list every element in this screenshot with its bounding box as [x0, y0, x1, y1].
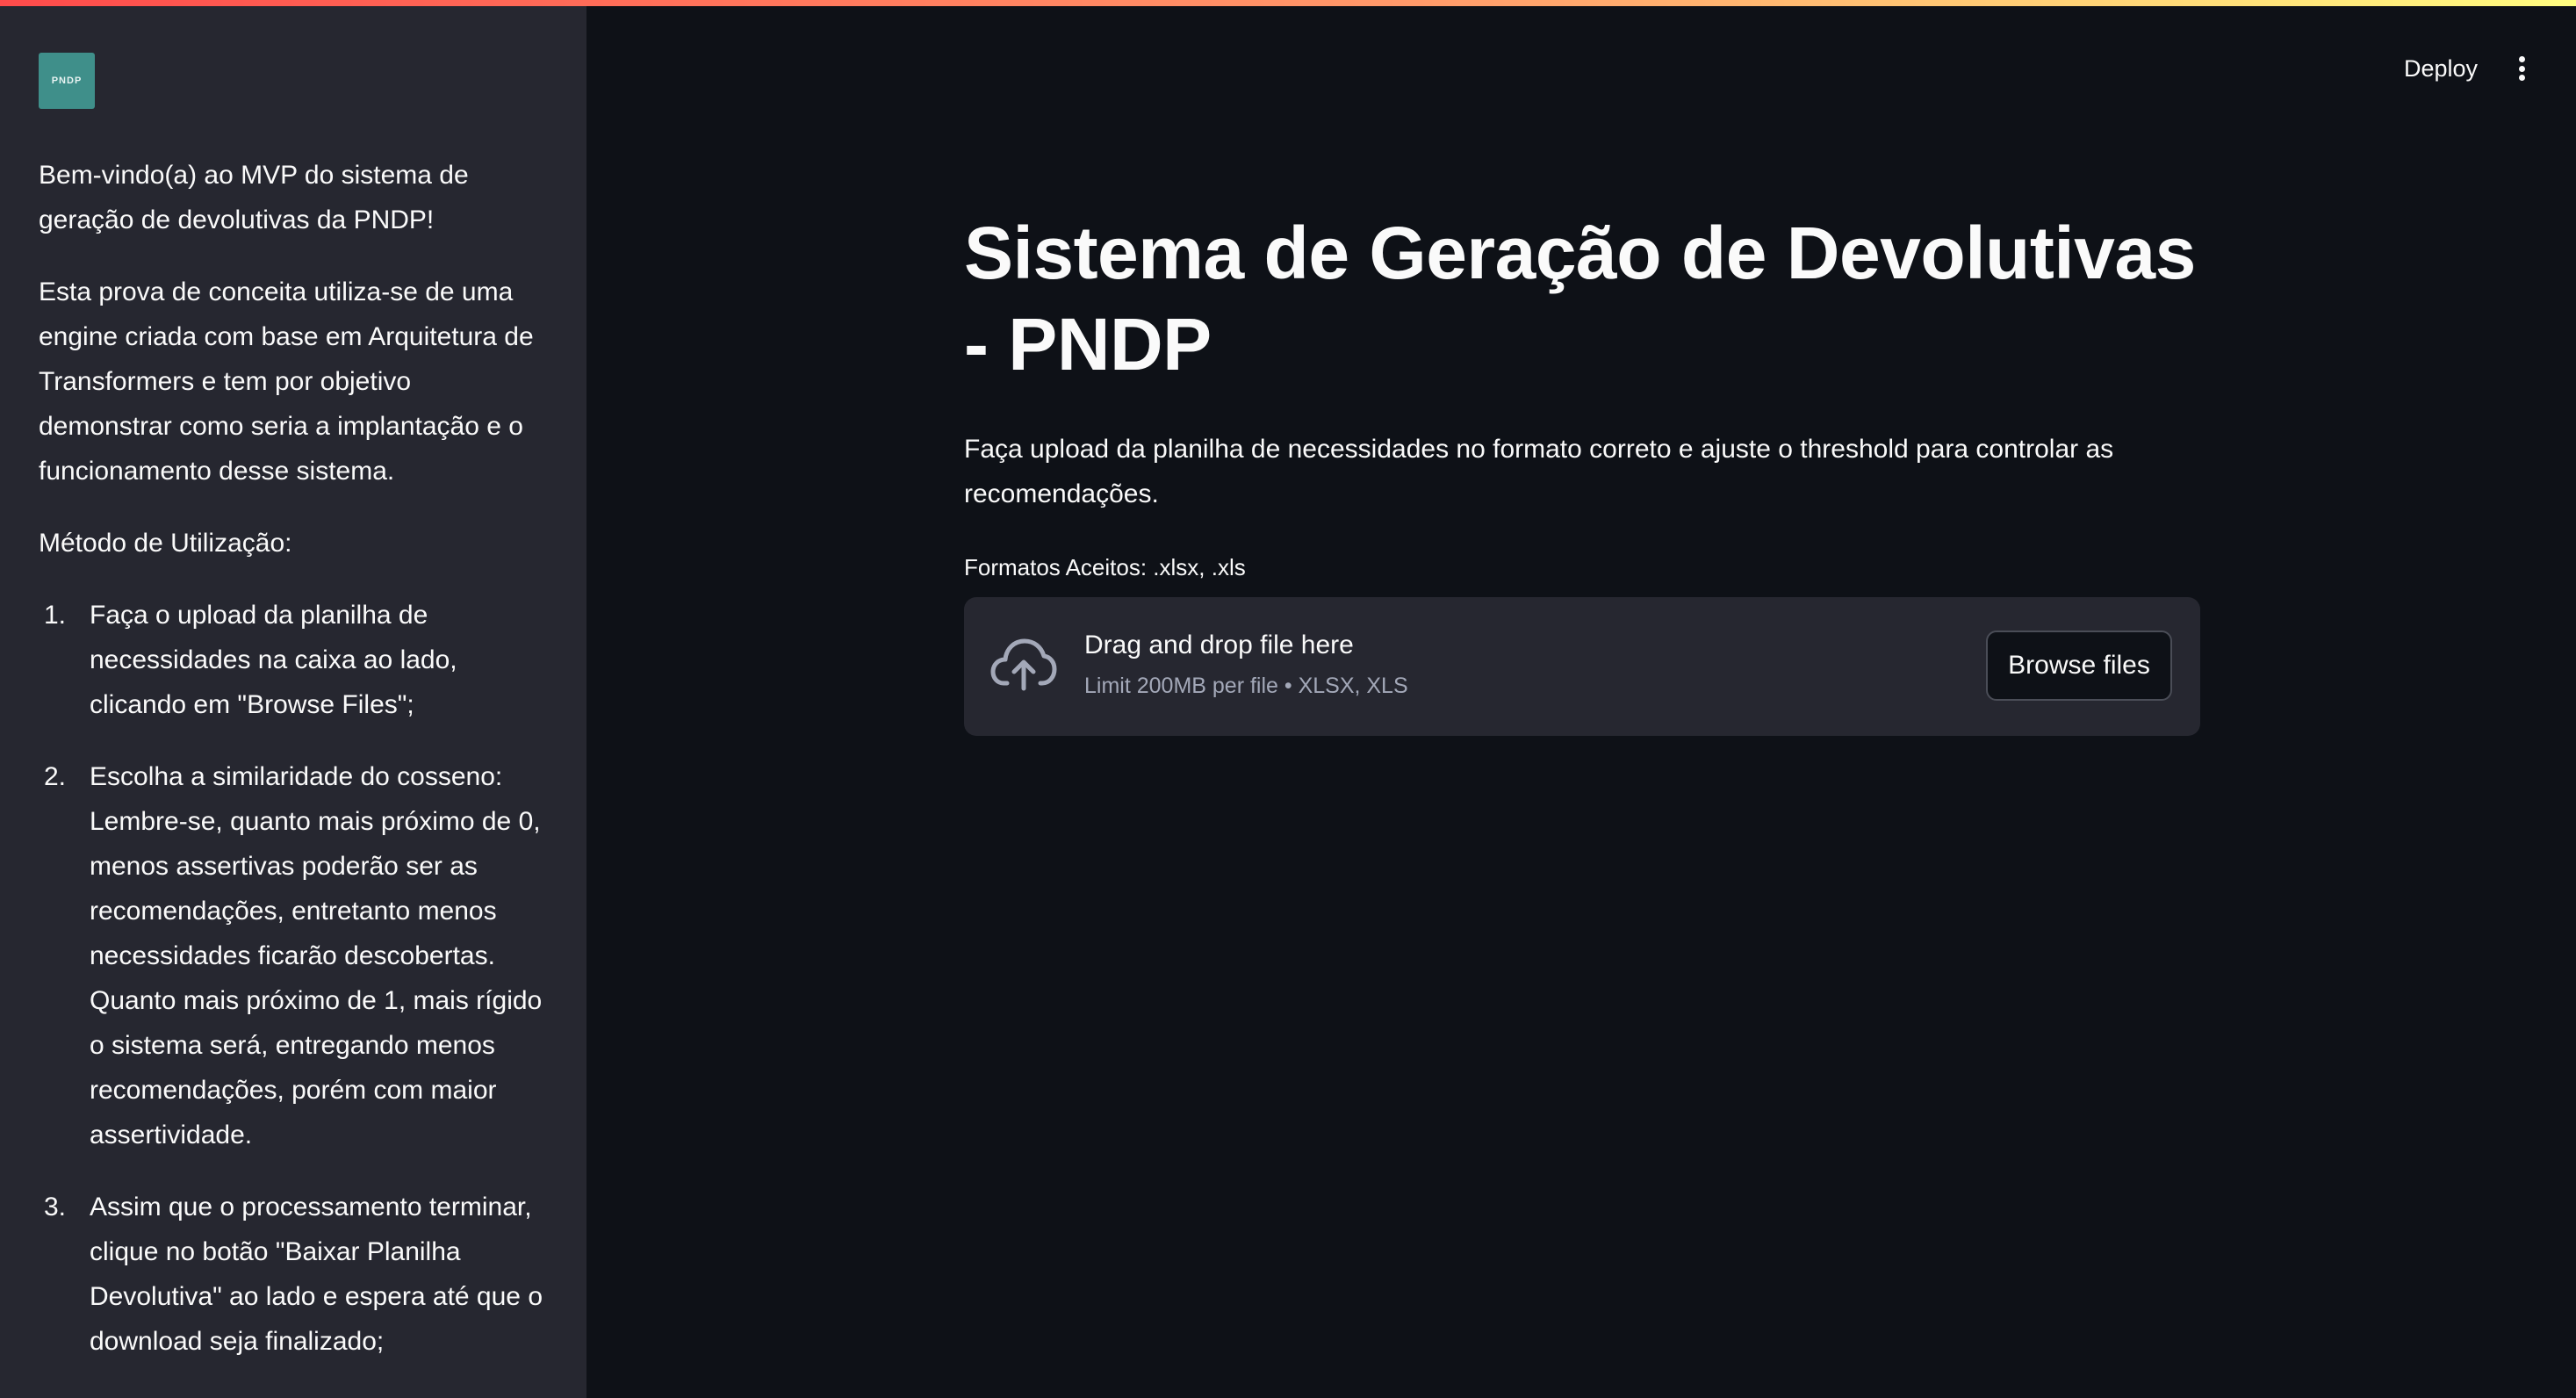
browse-files-button[interactable]: Browse files: [1986, 631, 2172, 701]
deploy-button[interactable]: Deploy: [2404, 55, 2478, 83]
dropzone-title: Drag and drop file here: [1084, 631, 1354, 659]
intro-text: Esta prova de conceita utiliza-se de uma…: [39, 277, 534, 486]
vertical-ellipsis-icon[interactable]: [2513, 51, 2530, 86]
step-text: Assim que o processamento terminar, cliq…: [90, 1193, 543, 1356]
step-text: Faça o upload da planilha de necessidade…: [90, 601, 457, 719]
file-dropzone[interactable]: Drag and drop file here Limit 200MB per …: [964, 597, 2200, 736]
list-item: 1. Faça o upload da planilha de necessid…: [39, 593, 548, 727]
sidebar: PNDP Bem-vindo(a) ao MVP do sistema de g…: [0, 0, 586, 1398]
dropzone-limit-text: Limit 200MB per file • XLSX, XLS: [1084, 674, 1408, 698]
page-description: Faça upload da planilha de necessidades …: [964, 435, 2114, 508]
uploader-label: Formatos Aceitos: .xlsx, .xls: [964, 554, 1246, 580]
header-actions: Deploy: [2404, 44, 2576, 93]
list-item: 3. Assim que o processamento terminar, c…: [39, 1185, 548, 1364]
page-title: Sistema de Geração de Devolutivas - PNDP: [964, 212, 2196, 386]
step-text: Escolha a similaridade do cosseno: Lembr…: [90, 762, 543, 1149]
step-number: 1.: [44, 601, 67, 630]
method-title: Método de Utilização:: [39, 529, 292, 558]
pndp-logo: PNDP: [39, 53, 95, 109]
step-number: 3.: [44, 1193, 67, 1221]
logo-text: PNDP: [51, 76, 83, 86]
step-number: 2.: [44, 762, 67, 791]
welcome-text: Bem-vindo(a) ao MVP do sistema de geraçã…: [39, 161, 469, 234]
main-content: Sistema de Geração de Devolutivas - PNDP…: [964, 207, 2200, 736]
top-decoration-bar: [0, 0, 2576, 6]
steps-list: 1. Faça o upload da planilha de necessid…: [39, 593, 548, 1364]
list-item: 2. Escolha a similaridade do cosseno: Le…: [39, 754, 548, 1157]
cloud-upload-icon: [990, 638, 1057, 691]
